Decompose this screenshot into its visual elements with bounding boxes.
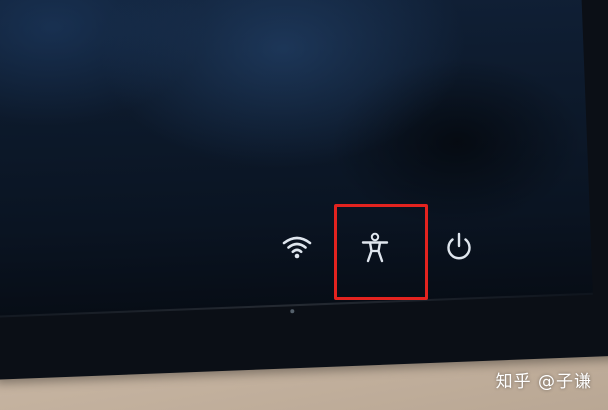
photo: 知乎 @子谦 bbox=[0, 0, 608, 410]
laptop-bezel bbox=[0, 0, 608, 380]
bezel-indicator bbox=[290, 309, 295, 314]
power-icon[interactable] bbox=[442, 230, 476, 264]
watermark: 知乎 @子谦 bbox=[495, 372, 592, 392]
wifi-icon[interactable] bbox=[282, 234, 312, 260]
lock-screen bbox=[0, 0, 593, 318]
highlight-annotation bbox=[334, 204, 428, 300]
